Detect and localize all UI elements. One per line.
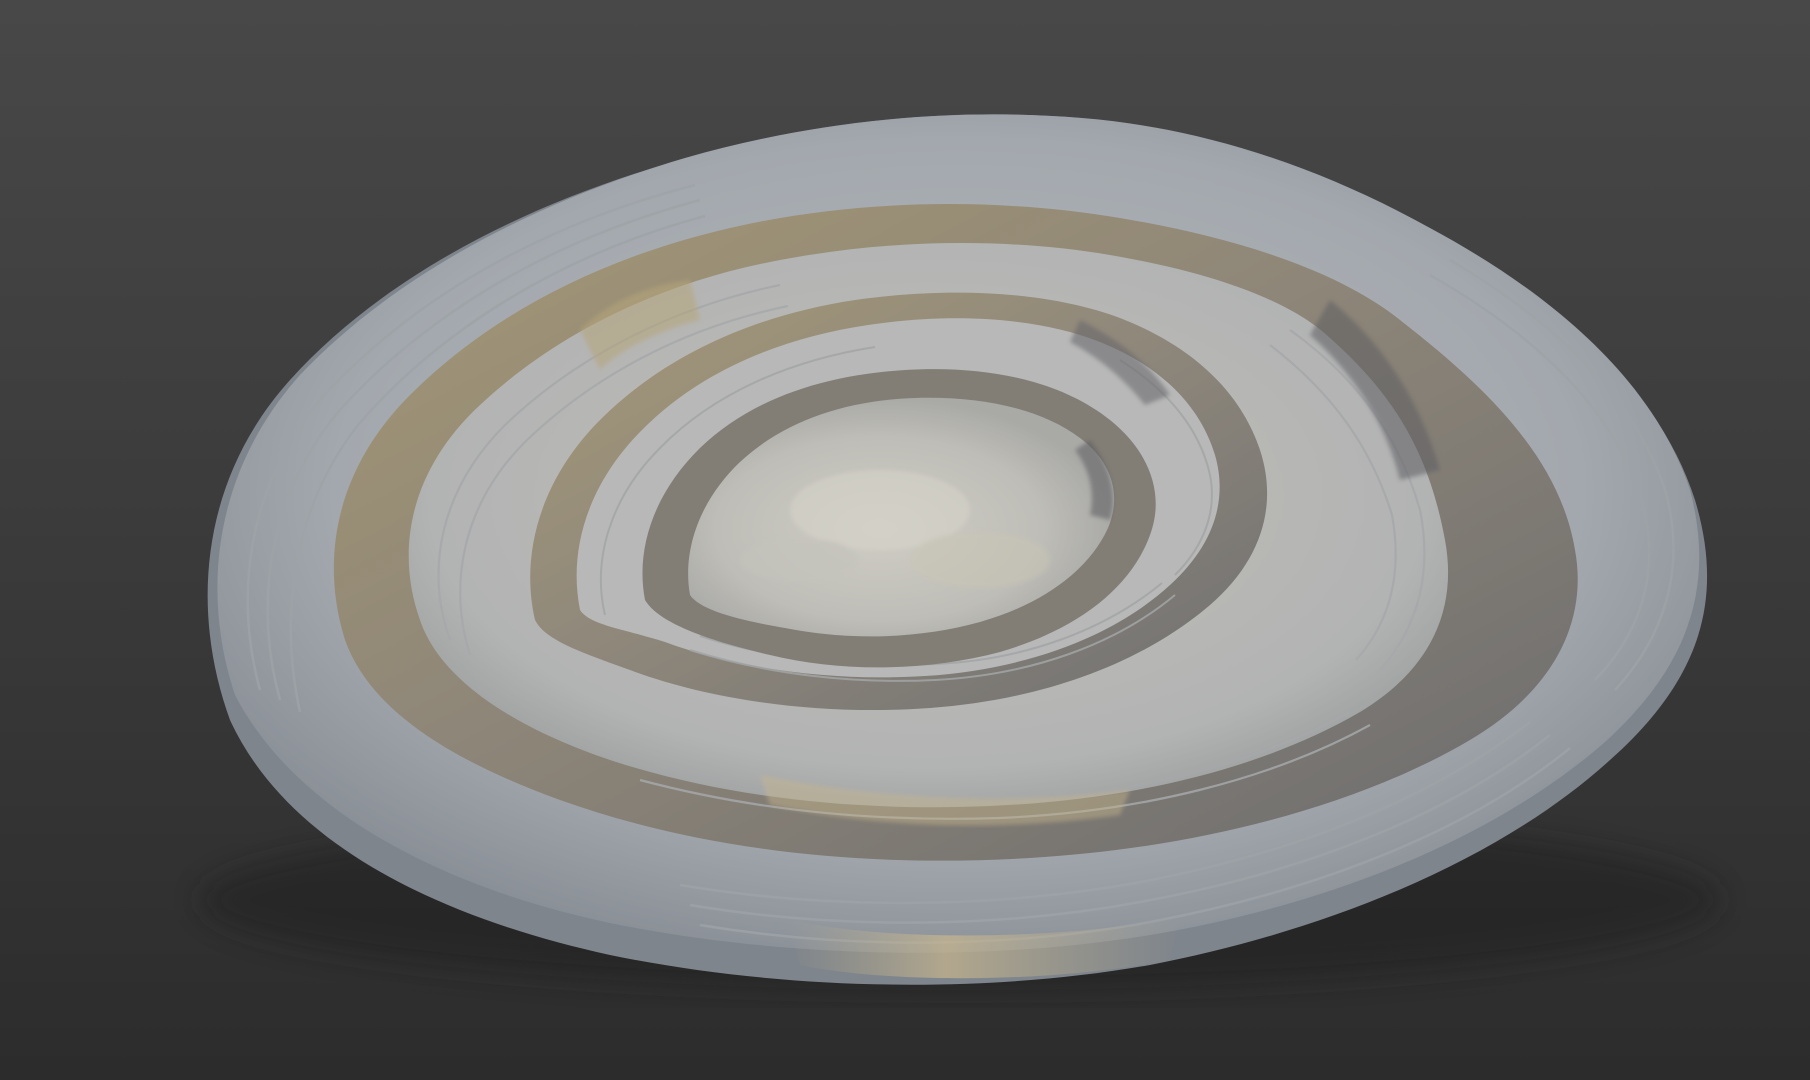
3d-viewport[interactable] [0,0,1810,1080]
open-pit-mine-model[interactable] [0,0,1810,1080]
